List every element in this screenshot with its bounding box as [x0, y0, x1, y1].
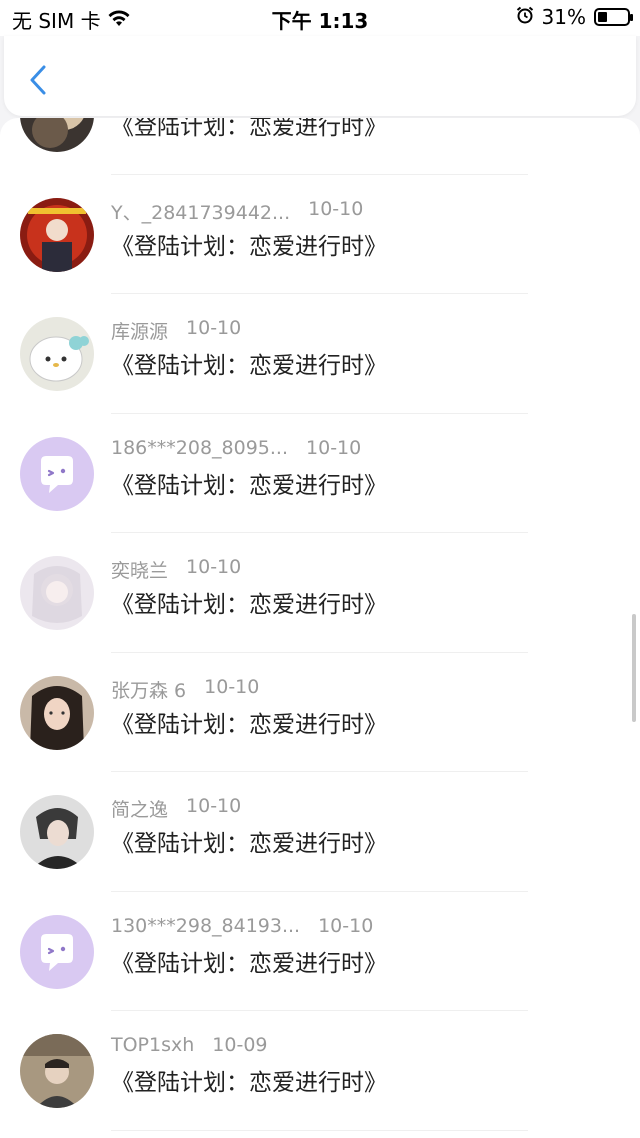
comment-item[interactable]: Y、_2841739442... 10-10 《登陆计划：恋爱进行时》: [0, 175, 640, 294]
avatar-image: [20, 197, 94, 272]
avatar[interactable]: [20, 675, 94, 750]
comment-item[interactable]: 张万森 6 10-10 《登陆计划：恋爱进行时》: [0, 653, 640, 772]
comment-text: 《登陆计划：恋爱进行时》: [111, 353, 387, 379]
avatar[interactable]: [20, 556, 94, 630]
comment-meta: 130***298_84193... 10-10: [111, 915, 373, 937]
avatar[interactable]: [20, 197, 94, 272]
alarm-icon: [516, 5, 534, 29]
comment-item[interactable]: 奕晓兰 10-10 《登陆计划：恋爱进行时》: [0, 533, 640, 653]
comment-meta: 奕晓兰 10-10: [111, 556, 241, 583]
comment-text: 《登陆计划：恋爱进行时》: [111, 831, 387, 857]
avatar-image: [20, 118, 94, 152]
comment-meta: TOP1sxh 10-09: [111, 1034, 268, 1056]
comment-item[interactable]: 186***208_8095... 10-10 《登陆计划：恋爱进行时》: [0, 414, 640, 533]
comment-item[interactable]: TOP1sxh 10-09 《登陆计划：恋爱进行时》: [0, 1011, 640, 1131]
username[interactable]: 简之逸: [111, 795, 168, 822]
comment-date: 10-10: [186, 556, 242, 578]
battery-level: [598, 12, 607, 22]
username[interactable]: 130***298_84193...: [111, 915, 300, 937]
avatar[interactable]: [20, 436, 94, 511]
navigation-bar: [4, 36, 636, 116]
comment-meta: 库源源 10-10: [111, 317, 241, 344]
default-avatar-icon: [20, 914, 94, 989]
comment-meta: 186***208_8095... 10-10: [111, 437, 361, 459]
comment-text: 《登陆计划：恋爱进行时》: [111, 472, 387, 499]
username[interactable]: TOP1sxh: [111, 1034, 194, 1056]
comment-date: 10-10: [318, 914, 374, 937]
comment-item[interactable]: 简之逸 10-10 《登陆计划：恋爱进行时》: [0, 772, 640, 892]
avatar-image: [20, 317, 94, 391]
username[interactable]: 186***208_8095...: [111, 437, 288, 459]
comment-item[interactable]: 130***298_84193... 10-10 《登陆计划：恋爱进行时》: [0, 892, 640, 1011]
avatar[interactable]: [20, 1034, 94, 1108]
comment-text: 《登陆计划：恋爱进行时》: [111, 118, 387, 140]
username[interactable]: Y、_2841739442...: [111, 198, 290, 225]
comment-text: 《登陆计划：恋爱进行时》: [111, 592, 387, 618]
comment-date: 10-10: [204, 675, 260, 698]
status-right: 31%: [516, 5, 633, 29]
comment-date: 10-10: [186, 317, 242, 339]
status-bar: 无 SIM 卡 下午 1:13 31%: [0, 0, 640, 36]
comment-text: 《登陆计划：恋爱进行时》: [111, 711, 387, 738]
divider: [111, 1129, 528, 1131]
comment-list-container[interactable]: 《登陆计划：恋爱进行时》 Y、_2841739442... 10-10 《登陆计划：恋…: [0, 118, 640, 1138]
comment-text: 《登陆计划：恋爱进行时》: [111, 233, 387, 260]
comment-meta: 张万森 6 10-10: [111, 676, 259, 703]
comment-text: 《登陆计划：恋爱进行时》: [111, 950, 387, 977]
username[interactable]: 库源源: [111, 317, 168, 344]
comment-item[interactable]: 《登陆计划：恋爱进行时》: [0, 118, 640, 175]
comment-meta: 简之逸 10-10: [111, 795, 241, 822]
avatar[interactable]: [20, 914, 94, 989]
avatar-image: [20, 795, 94, 869]
comment-list: 《登陆计划：恋爱进行时》 Y、_2841739442... 10-10 《登陆计划：恋…: [0, 118, 640, 1131]
avatar-image: [20, 556, 94, 630]
scrollbar-thumb[interactable]: [632, 614, 636, 722]
comment-date: 10-10: [308, 197, 364, 220]
back-button[interactable]: [24, 62, 52, 98]
avatar-image: [20, 675, 94, 750]
battery-percent: 31%: [541, 5, 586, 29]
avatar[interactable]: [20, 795, 94, 869]
avatar-image: [20, 1034, 94, 1108]
avatar[interactable]: [20, 118, 94, 152]
username[interactable]: 张万森 6: [111, 676, 186, 703]
comment-item[interactable]: 库源源 10-10 《登陆计划：恋爱进行时》: [0, 294, 640, 414]
comment-date: 10-10: [306, 436, 362, 459]
avatar[interactable]: [20, 317, 94, 391]
comment-text: 《登陆计划：恋爱进行时》: [111, 1070, 387, 1096]
username[interactable]: 奕晓兰: [111, 556, 168, 583]
comment-date: 10-09: [212, 1034, 268, 1056]
comment-date: 10-10: [186, 795, 242, 817]
battery-icon: [594, 8, 633, 26]
default-avatar-icon: [20, 436, 94, 511]
chevron-left-icon: [30, 65, 46, 95]
comment-meta: Y、_2841739442... 10-10: [111, 198, 363, 225]
